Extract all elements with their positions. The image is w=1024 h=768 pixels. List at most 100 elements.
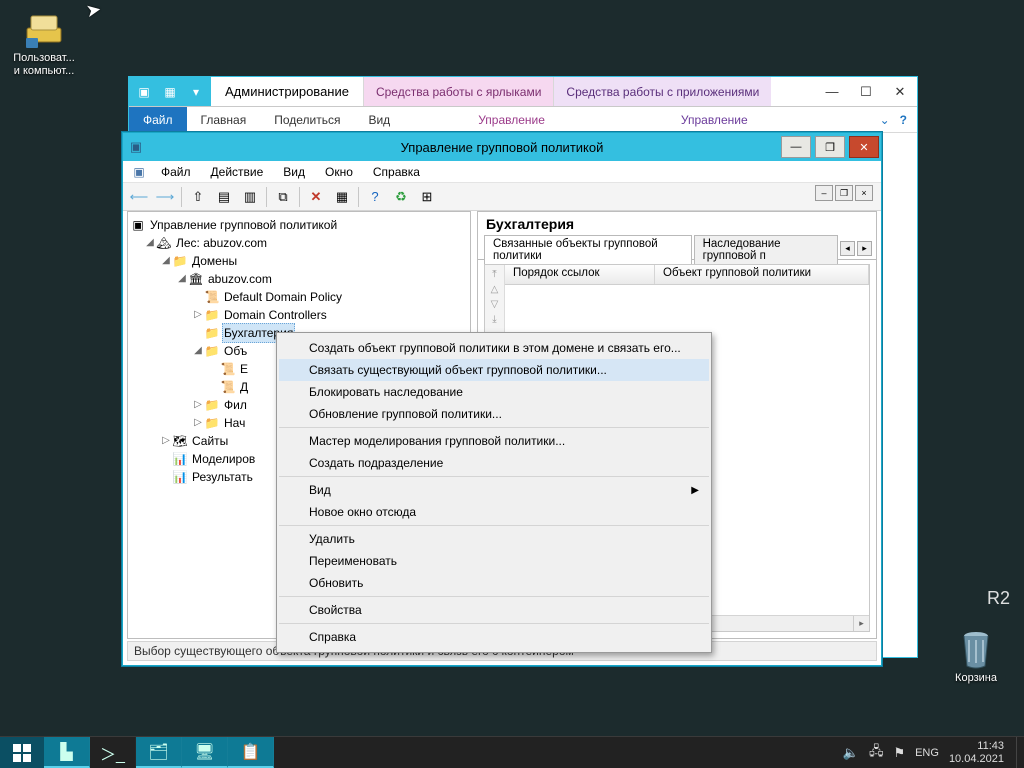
minimize-button[interactable]: — (815, 77, 849, 106)
refresh-button[interactable]: ♻ (389, 185, 413, 209)
ribbon-tab-manage-b[interactable]: Управление (667, 107, 762, 132)
task-gpmc[interactable]: 📋 (228, 737, 274, 768)
folder-icon (204, 396, 220, 414)
adusers-icon (23, 8, 65, 50)
ctx-properties[interactable]: Свойства (279, 599, 709, 621)
list-columns: Порядок ссылок Объект групповой политики (505, 265, 869, 285)
close-button[interactable]: ✕ (883, 77, 917, 106)
minimize-button[interactable]: — (781, 136, 811, 158)
show-tree-button[interactable]: ▤ (212, 185, 236, 209)
qat-doc-icon[interactable]: ▦ (161, 83, 179, 101)
qat-dropdown-icon[interactable]: ▾ (187, 83, 205, 101)
forward-button[interactable]: ⟶ (153, 185, 177, 209)
help-icon[interactable]: ? (900, 113, 907, 127)
folder-icon (204, 342, 220, 360)
ctx-new-ou[interactable]: Создать подразделение (279, 452, 709, 474)
gpmc-titlebar[interactable]: ▣ Управление групповой политикой — ❐ ✕ (123, 133, 881, 161)
scroll-right-icon[interactable]: ▸ (853, 616, 869, 631)
ctx-block-inheritance[interactable]: Блокировать наследование (279, 381, 709, 403)
ctx-refresh[interactable]: Обновить (279, 572, 709, 594)
ribbon-expand-icon[interactable]: ⌄ (880, 113, 890, 127)
col-gpo[interactable]: Объект групповой политики (655, 265, 869, 284)
tree-root[interactable]: ▣Управление групповой политикой (130, 216, 468, 234)
copy-button[interactable]: ⧉ (271, 185, 295, 209)
tray-clock[interactable]: 11:4310.04.2021 (949, 740, 1008, 766)
context-tab-app-tools[interactable]: Средства работы с приложениями (553, 77, 771, 106)
expand-icon[interactable]: ▷ (160, 432, 172, 450)
tree-ddp[interactable]: Default Domain Policy (130, 288, 468, 306)
folder-icon (172, 252, 188, 270)
task-explorer[interactable]: 🗂 (136, 737, 182, 768)
ribbon-tab-view[interactable]: Вид (354, 107, 404, 132)
properties-button[interactable]: ▦ (330, 185, 354, 209)
mouse-cursor: ➤ (84, 0, 103, 22)
ribbon-tab-manage-a[interactable]: Управление (464, 107, 559, 132)
tree-domain[interactable]: ◢abuzov.com (130, 270, 468, 288)
back-button[interactable]: ⟵ (127, 185, 151, 209)
ctx-create-and-link[interactable]: Создать объект групповой политики в этом… (279, 337, 709, 359)
tray-flag-icon[interactable]: ⚑ (893, 745, 905, 761)
ctx-delete[interactable]: Удалить (279, 528, 709, 550)
mdi-restore[interactable]: ❐ (835, 185, 853, 201)
collapse-icon[interactable]: ◢ (176, 270, 188, 288)
tray-network-icon[interactable]: 🖧 (869, 742, 884, 764)
up-button[interactable]: ⇧ (186, 185, 210, 209)
delete-button[interactable]: ✕ (304, 185, 328, 209)
mdi-minimize[interactable]: – (815, 185, 833, 201)
menu-window[interactable]: Окно (317, 163, 361, 181)
close-button[interactable]: ✕ (849, 136, 879, 158)
expand-icon[interactable]: ▷ (192, 414, 204, 432)
ctx-modeling-wizard[interactable]: Мастер моделирования групповой политики.… (279, 430, 709, 452)
collapse-icon[interactable]: ◢ (160, 252, 172, 270)
windows-logo-icon (13, 744, 31, 762)
menu-help[interactable]: Справка (365, 163, 428, 181)
ctx-view[interactable]: Вид▶ (279, 479, 709, 501)
maximize-button[interactable]: ☐ (849, 77, 883, 106)
ctx-link-existing[interactable]: Связать существующий объект групповой по… (279, 359, 709, 381)
tray-volume-icon[interactable]: 🔈 (843, 745, 859, 761)
move-down-icon[interactable]: ▽ (491, 299, 499, 310)
start-button[interactable] (0, 737, 44, 768)
task-control-panel[interactable]: 🖥 (182, 737, 228, 768)
move-bottom-icon[interactable]: ⤓ (492, 314, 496, 325)
menu-action[interactable]: Действие (203, 163, 272, 181)
tray-language[interactable]: ENG (915, 747, 939, 759)
mdi-close[interactable]: × (855, 185, 873, 201)
tree-forest[interactable]: ◢Лес: abuzov.com (130, 234, 468, 252)
ribbon-tabs: Файл Главная Поделиться Вид Управление У… (129, 107, 917, 133)
task-powershell[interactable]: ＞_ (90, 737, 136, 768)
move-up-icon[interactable]: △ (491, 284, 499, 295)
options-button[interactable]: ⊞ (415, 185, 439, 209)
desktop-icon-recycle[interactable]: Корзина (938, 628, 1014, 685)
collapse-icon[interactable]: ◢ (144, 234, 156, 252)
ctx-new-window[interactable]: Новое окно отсюда (279, 501, 709, 523)
tree-domains[interactable]: ◢Домены (130, 252, 468, 270)
gpmc-menubar: ▣ Файл Действие Вид Окно Справка (123, 161, 881, 183)
tab-inheritance[interactable]: Наследование групповой п (694, 235, 838, 264)
task-server-manager[interactable]: ▙ (44, 737, 90, 768)
desktop-icon-adusers[interactable]: Пользоват...и компьют... (6, 8, 82, 78)
show-desktop-button[interactable] (1016, 737, 1024, 768)
tab-scroll-left[interactable]: ◂ (840, 241, 855, 256)
expand-icon[interactable]: ▷ (192, 396, 204, 414)
tab-linked-gpo[interactable]: Связанные объекты групповой политики (484, 235, 692, 264)
expand-icon[interactable]: ▷ (192, 306, 204, 324)
context-tab-shortcut-tools[interactable]: Средства работы с ярлыками (363, 77, 553, 106)
ribbon-tab-home[interactable]: Главная (187, 107, 261, 132)
move-top-icon[interactable]: ⤒ (492, 269, 496, 280)
details-button[interactable]: ▥ (238, 185, 262, 209)
tree-dc[interactable]: ▷Domain Controllers (130, 306, 468, 324)
explorer-titlebar[interactable]: ▣ ▦ ▾ Администрирование Средства работы … (129, 77, 917, 107)
help-button[interactable]: ? (363, 185, 387, 209)
ctx-gp-update[interactable]: Обновление групповой политики... (279, 403, 709, 425)
maximize-button[interactable]: ❐ (815, 136, 845, 158)
col-link-order[interactable]: Порядок ссылок (505, 265, 655, 284)
ctx-help[interactable]: Справка (279, 626, 709, 648)
menu-file[interactable]: Файл (153, 163, 199, 181)
menu-view[interactable]: Вид (275, 163, 313, 181)
ribbon-tab-file[interactable]: Файл (129, 107, 187, 132)
collapse-icon[interactable]: ◢ (192, 342, 204, 360)
tab-scroll-right[interactable]: ▸ (857, 241, 872, 256)
ctx-rename[interactable]: Переименовать (279, 550, 709, 572)
ribbon-tab-share[interactable]: Поделиться (260, 107, 354, 132)
